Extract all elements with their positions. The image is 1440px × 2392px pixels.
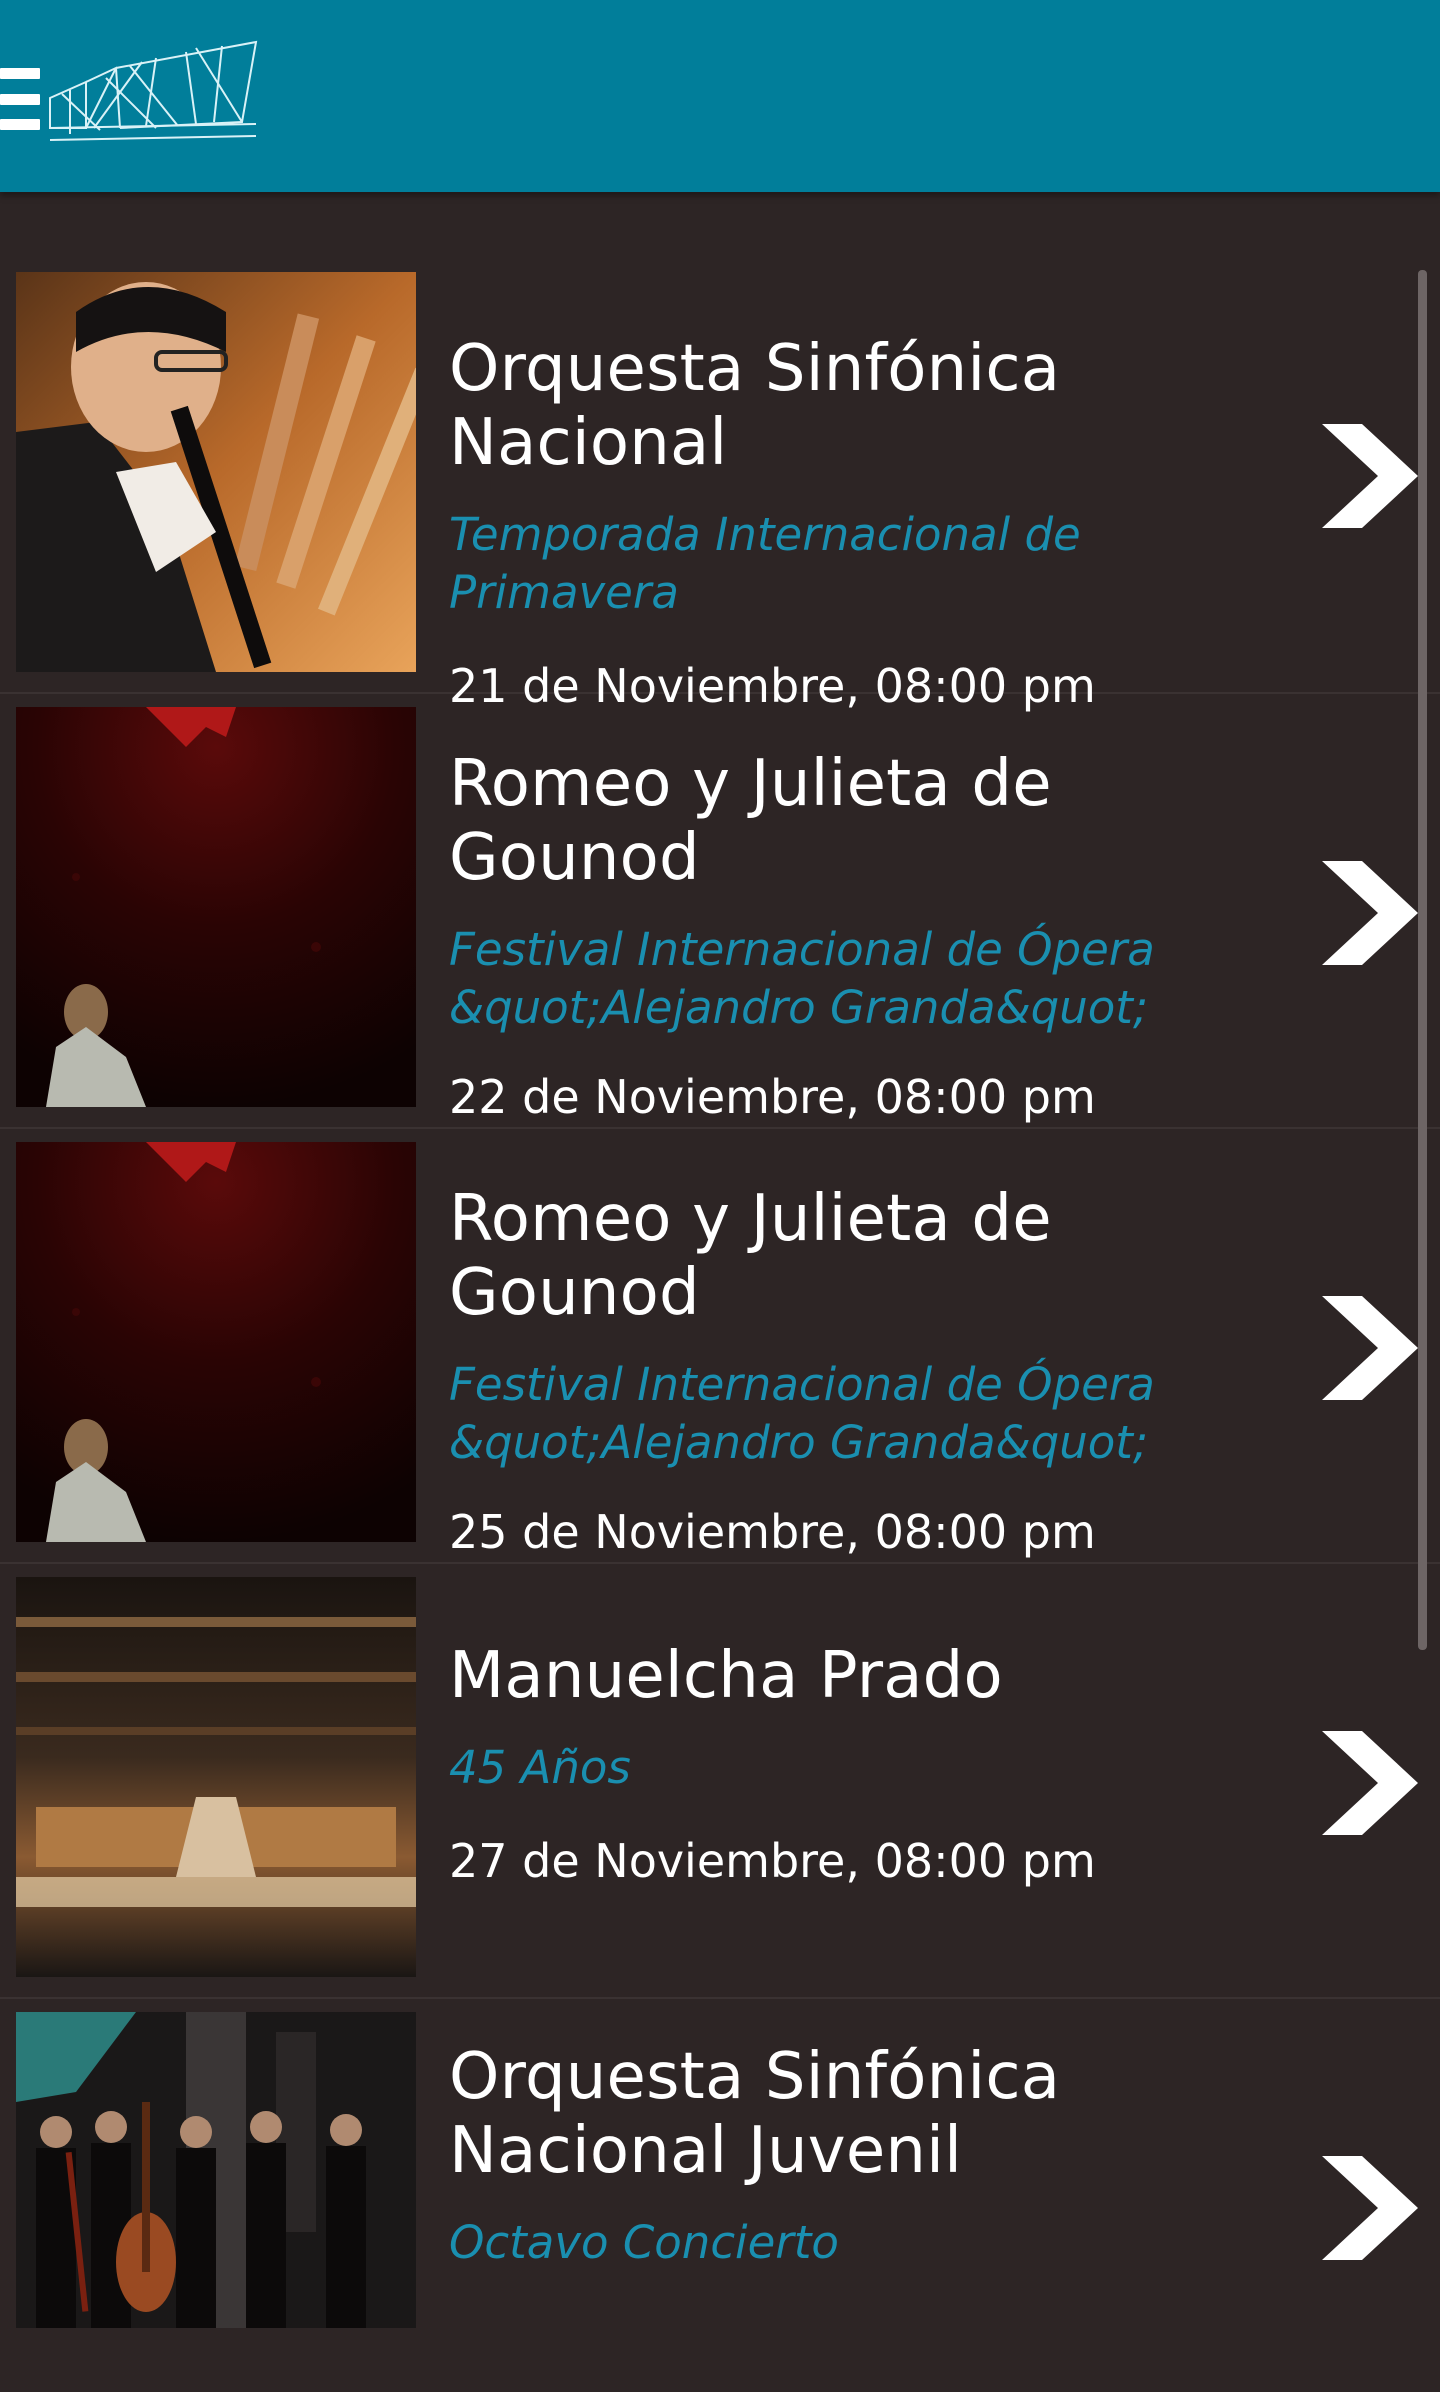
chevron-right-icon[interactable] [1318, 857, 1422, 969]
menu-line [0, 68, 40, 79]
hamburger-menu-icon[interactable] [0, 68, 40, 130]
youth-orchestra-image [16, 2012, 416, 2328]
event-subtitle: Festival Internacional de Ópera &quot;Al… [449, 1358, 1155, 1469]
menu-line [0, 119, 40, 130]
clarinet-musician-image [16, 272, 416, 672]
opera-stage-image [16, 1142, 416, 1542]
theater-building-logo-icon[interactable] [46, 38, 260, 154]
event-title: Orquesta Sinfónica Nacional Juvenil [449, 2040, 1061, 2188]
event-title: Romeo y Julieta de Gounod [449, 747, 1052, 895]
event-title: Manuelcha Prado [449, 1639, 1003, 1713]
event-title: Orquesta Sinfónica Nacional [449, 332, 1061, 480]
event-list: Orquesta Sinfónica Nacional Temporada In… [0, 192, 1440, 2392]
event-row[interactable]: Romeo y Julieta de Gounod Festival Inter… [0, 707, 1440, 1129]
event-row[interactable]: Orquesta Sinfónica Nacional Temporada In… [0, 272, 1440, 713]
opera-stage-image [16, 707, 416, 1107]
chevron-right-icon[interactable] [1318, 1292, 1422, 1404]
chevron-right-icon[interactable] [1318, 1727, 1422, 1839]
menu-line [0, 93, 40, 105]
app-bar [0, 0, 1440, 192]
chevron-right-icon[interactable] [1318, 420, 1422, 532]
event-row[interactable]: Romeo y Julieta de Gounod Festival Inter… [0, 1142, 1440, 1564]
event-date: 22 de Noviembre, 08:00 pm [449, 1070, 1096, 1124]
event-subtitle: 45 Años [449, 1741, 631, 1794]
scrollbar[interactable] [1418, 270, 1427, 1650]
event-date: 21 de Noviembre, 08:00 pm [449, 659, 1096, 713]
event-row[interactable]: Orquesta Sinfónica Nacional Juvenil Octa… [0, 2012, 1440, 2392]
event-subtitle: Temporada Internacional de Primavera [449, 508, 1081, 619]
event-subtitle: Octavo Concierto [449, 2216, 839, 2269]
event-row[interactable]: Manuelcha Prado 45 Años 27 de Noviembre,… [0, 1577, 1440, 1999]
event-date: 27 de Noviembre, 08:00 pm [449, 1834, 1096, 1888]
event-title: Romeo y Julieta de Gounod [449, 1182, 1052, 1330]
concert-hall-image [16, 1577, 416, 1977]
chevron-right-icon[interactable] [1318, 2152, 1422, 2264]
event-date: 25 de Noviembre, 08:00 pm [449, 1505, 1096, 1559]
event-subtitle: Festival Internacional de Ópera &quot;Al… [449, 923, 1155, 1034]
